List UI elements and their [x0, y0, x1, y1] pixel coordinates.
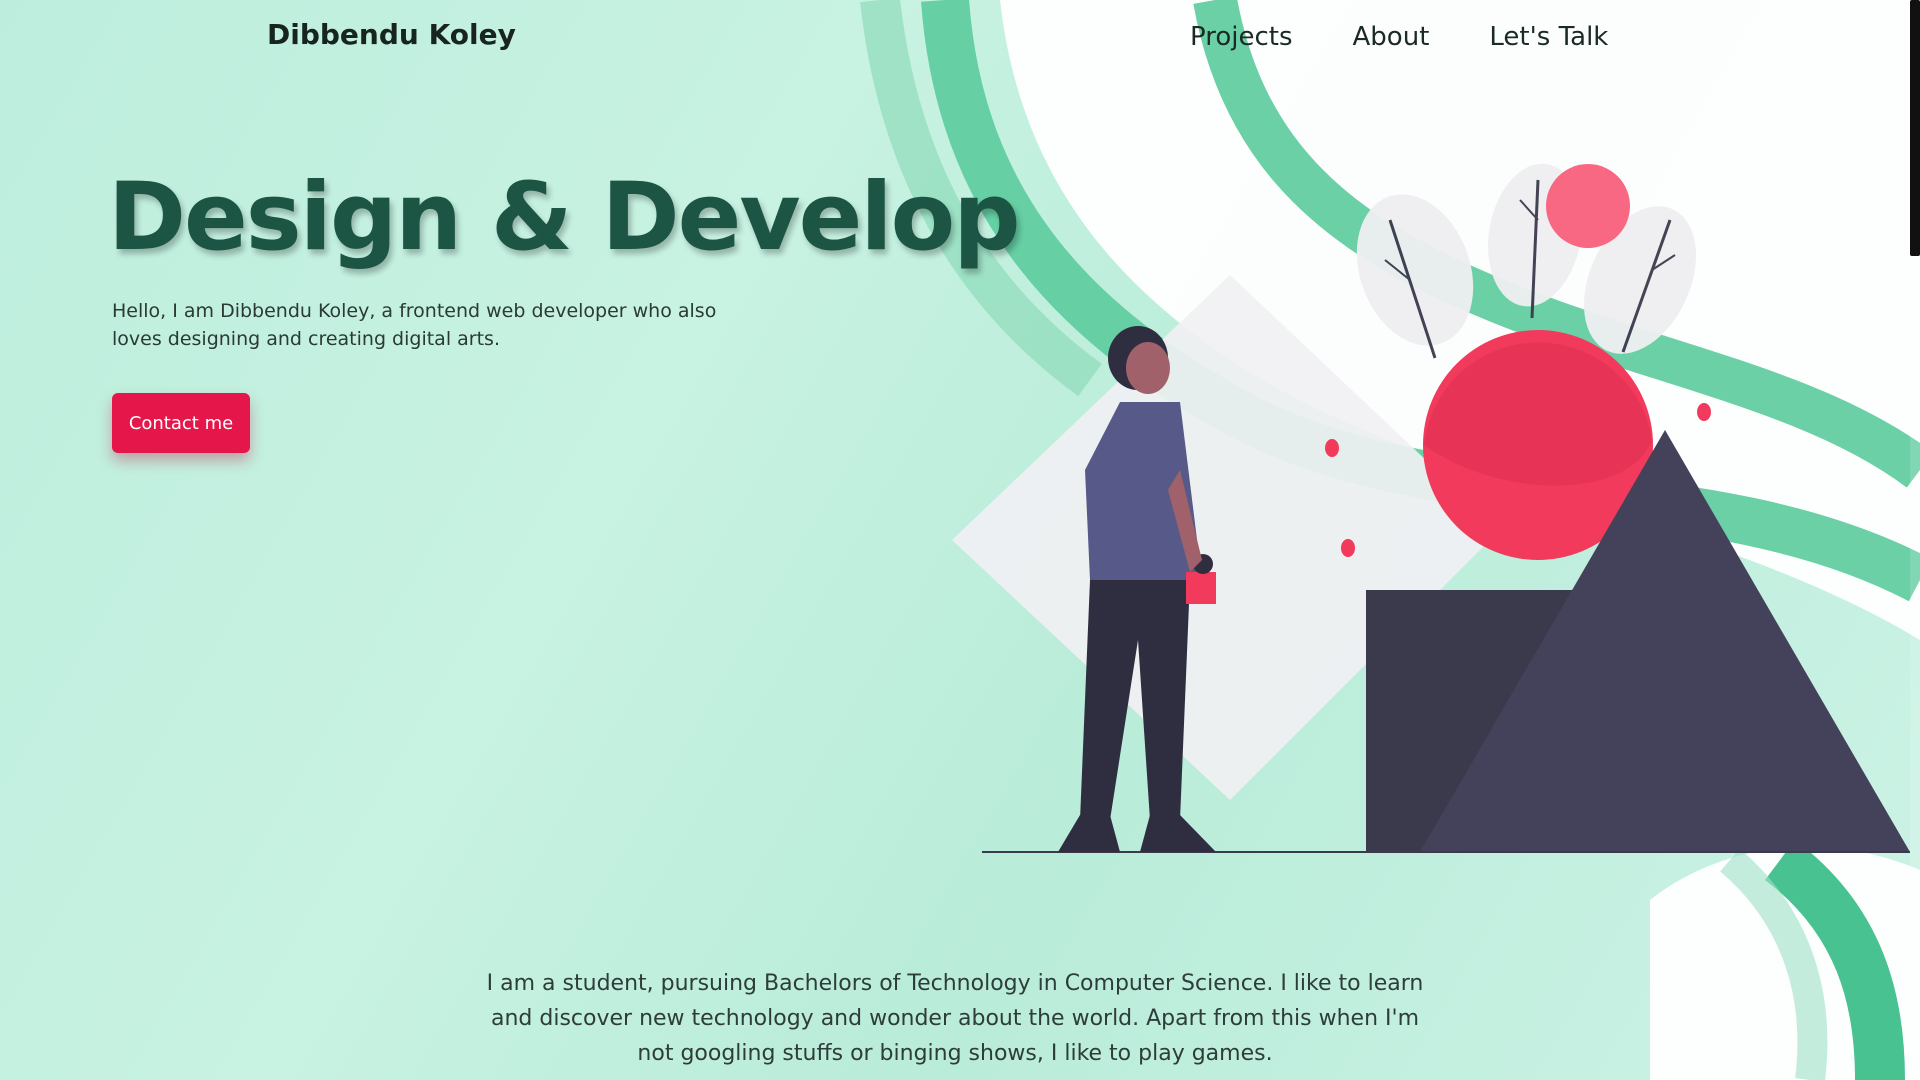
hero-subtitle: Hello, I am Dibbendu Koley, a frontend w…	[112, 300, 717, 350]
scrollbar-track[interactable]	[1910, 0, 1920, 1080]
nav-projects[interactable]: Projects	[1190, 22, 1293, 52]
nav-about[interactable]: About	[1353, 22, 1430, 52]
main-nav: Projects About Let's Talk	[1190, 22, 1668, 52]
sun-circle	[1546, 164, 1630, 248]
nav-lets-talk[interactable]: Let's Talk	[1489, 22, 1608, 52]
about-paragraph: I am a student, pursuing Bachelors of Te…	[486, 971, 1424, 1066]
site-brand[interactable]: Dibbendu Koley	[267, 18, 516, 51]
person-with-shapes-illustration	[952, 163, 1910, 853]
hero-title: Design & Develop	[108, 163, 1020, 272]
contact-me-button[interactable]: Contact me	[112, 393, 250, 453]
scrollbar-thumb[interactable]	[1910, 0, 1920, 256]
